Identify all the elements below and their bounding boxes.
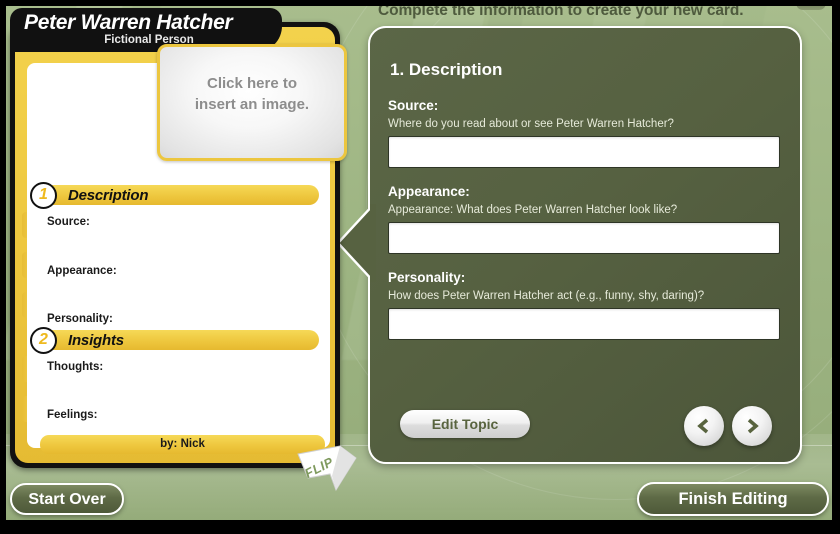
- card-field-feelings[interactable]: Feelings:: [47, 409, 97, 421]
- start-over-button[interactable]: Start Over: [10, 483, 124, 515]
- previous-step-button[interactable]: [684, 406, 724, 446]
- flip-card-button[interactable]: FLIP: [296, 444, 358, 492]
- card-section-number-2: 2: [30, 327, 57, 354]
- card-field-source[interactable]: Source:: [47, 216, 90, 228]
- personality-input[interactable]: [388, 308, 780, 340]
- field-hint-source: Where do you read about or see Peter War…: [388, 118, 674, 130]
- card-byline: by: Nick: [40, 435, 325, 454]
- insert-image-line2: insert an image.: [194, 96, 310, 113]
- appearance-input[interactable]: [388, 222, 780, 254]
- window-frame-right: [832, 0, 840, 534]
- app-stage: Complete the information to create your …: [0, 0, 840, 534]
- card-section-label-1: Description: [68, 187, 149, 204]
- field-label-source: Source:: [388, 98, 439, 113]
- window-frame-top: [0, 0, 840, 6]
- card-field-thoughts[interactable]: Thoughts:: [47, 361, 103, 373]
- card-section-number-1: 1: [30, 182, 57, 209]
- card-title: Peter Warren Hatcher: [24, 11, 233, 34]
- edit-topic-button[interactable]: Edit Topic: [400, 410, 530, 438]
- chevron-right-icon: [732, 406, 772, 446]
- chevron-left-icon: [684, 406, 724, 446]
- editor-panel-wrapper: 1. Description Source: Where do you read…: [332, 26, 802, 466]
- character-card[interactable]: Click here to insert an image. Peter War…: [10, 8, 347, 468]
- card-section-label-2: Insights: [68, 332, 124, 349]
- field-label-appearance: Appearance:: [388, 184, 470, 199]
- card-field-personality[interactable]: Personality:: [47, 313, 113, 325]
- window-frame-left: [0, 0, 6, 534]
- finish-editing-button[interactable]: Finish Editing: [637, 482, 829, 516]
- insert-image-slot[interactable]: Click here to insert an image.: [157, 44, 347, 161]
- card-field-appearance[interactable]: Appearance:: [47, 265, 117, 277]
- panel-title: 1. Description: [390, 60, 503, 79]
- insert-image-line1: Click here to: [206, 75, 298, 92]
- field-hint-appearance: Appearance: What does Peter Warren Hatch…: [388, 204, 678, 216]
- source-input[interactable]: [388, 136, 780, 168]
- window-frame-bottom: [0, 520, 840, 534]
- editor-panel: 1. Description Source: Where do you read…: [368, 26, 802, 464]
- next-step-button[interactable]: [732, 406, 772, 446]
- field-hint-personality: How does Peter Warren Hatcher act (e.g.,…: [388, 290, 705, 302]
- field-label-personality: Personality:: [388, 270, 466, 285]
- insert-image-text: Click here to insert an image.: [160, 73, 344, 115]
